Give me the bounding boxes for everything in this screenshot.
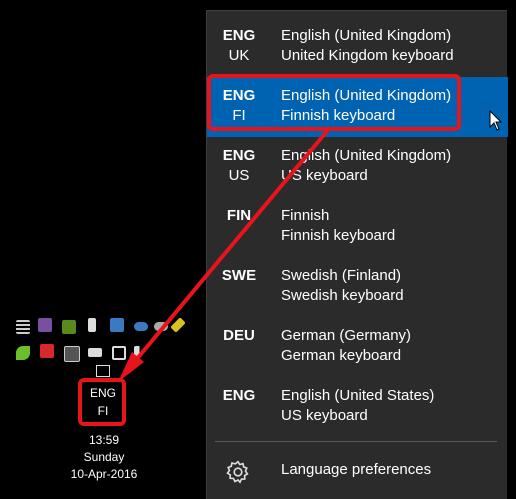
keyboard-code: UK [228,47,250,64]
language-name: Finnish [281,207,330,224]
network-app-icon[interactable] [110,318,124,332]
language-name: English (United Kingdom) [281,27,452,44]
usb-icon[interactable] [88,318,96,332]
language-item[interactable]: SWE Swedish (Finland) Swedish keyboard [207,257,508,317]
mouse-cursor-icon [489,110,503,131]
onedrive-icon[interactable] [134,322,148,331]
input-indicator[interactable]: ENG FI [82,380,124,426]
nvidia-icon[interactable] [62,320,76,334]
keyboard-name: Finnish keyboard [281,227,396,244]
notification-area-icons [12,316,186,364]
keyboard-name: US keyboard [281,407,368,424]
clock-date: 10-Apr-2016 [70,467,138,481]
language-code: FIN [226,207,252,224]
language-preferences-link[interactable]: Language preferences [207,455,508,495]
language-item[interactable]: ENG US English (United Kingdom) US keyboar… [207,137,508,197]
monitor-icon[interactable] [112,346,126,360]
action-center-icon[interactable] [96,365,110,377]
pen-icon[interactable] [170,317,186,333]
keyboard-code: FI [232,107,246,124]
input-indicator-keyboard: FI [97,404,109,418]
keyboard-name: Finnish keyboard [281,107,396,124]
clock-day: Sunday [83,450,125,464]
leaf-icon[interactable] [16,346,30,360]
keyboard-code: US [228,167,250,184]
language-code: ENG [222,387,256,404]
keyboard-name: Swedish keyboard [281,287,404,304]
task-manager-icon[interactable] [16,320,30,334]
language-name: English (United Kingdom) [281,147,452,164]
language-preferences-label: Language preferences [281,461,432,478]
app-tray-icon[interactable] [38,318,52,332]
gear-icon [226,460,249,484]
language-code: SWE [221,267,257,284]
security-app-icon[interactable] [40,344,54,358]
language-flyout: ENG UK English (United Kingdom) United Kin… [206,10,508,499]
keyboard-name: United Kingdom keyboard [281,47,454,64]
language-code: DEU [223,327,255,344]
clock-time: 13:59 [88,433,120,447]
power-icon[interactable] [88,348,102,357]
language-code: ENG [222,87,256,104]
language-item-selected[interactable]: ENG FI English (United Kingdom) Finnish ke… [207,77,508,137]
language-code: ENG [222,147,256,164]
language-name: German (Germany) [281,327,412,344]
menu-separator [215,441,497,442]
keyboard-name: US keyboard [281,167,368,184]
cloud-icon[interactable] [154,322,168,331]
language-code: ENG [222,27,256,44]
language-item[interactable]: DEU German (Germany) German keyboard [207,317,508,377]
language-name: Swedish (Finland) [281,267,402,284]
language-item[interactable]: FIN Finnish Finnish keyboard [207,197,508,257]
input-indicator-code: ENG [89,386,116,400]
keyboard-app-icon[interactable] [64,346,80,362]
language-item[interactable]: ENG UK English (United Kingdom) United Kin… [207,17,508,77]
keyboard-name: German keyboard [281,347,402,364]
language-name: English (United Kingdom) [281,87,452,104]
taskbar-clock[interactable]: 13:59 Sunday 10-Apr-2016 [52,432,156,483]
language-name: English (United States) [281,387,435,404]
language-item[interactable]: ENG English (United States) US keyboard [207,377,508,437]
volume-icon[interactable] [134,346,148,360]
